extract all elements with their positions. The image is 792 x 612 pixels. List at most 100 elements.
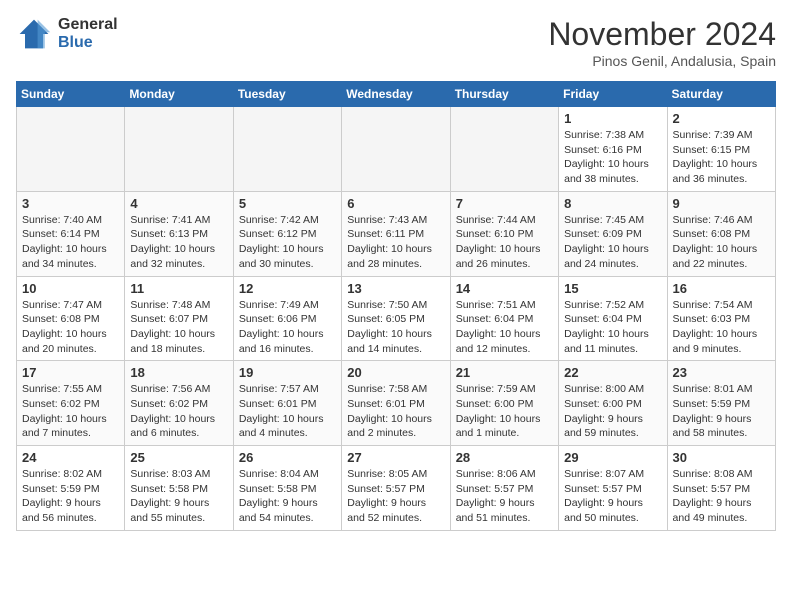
month-title: November 2024 bbox=[548, 16, 776, 53]
day-info: Sunrise: 8:04 AM Sunset: 5:58 PM Dayligh… bbox=[239, 467, 336, 526]
calendar-cell: 8 Sunrise: 7:45 AM Sunset: 6:09 PM Daylig… bbox=[559, 191, 667, 276]
calendar-cell: 14 Sunrise: 7:51 AM Sunset: 6:04 PM Dayli… bbox=[450, 276, 558, 361]
day-info: Sunrise: 7:42 AM Sunset: 6:12 PM Dayligh… bbox=[239, 213, 336, 272]
day-number: 30 bbox=[673, 450, 770, 465]
day-info: Sunrise: 7:59 AM Sunset: 6:00 PM Dayligh… bbox=[456, 382, 553, 441]
day-info: Sunrise: 8:02 AM Sunset: 5:59 PM Dayligh… bbox=[22, 467, 119, 526]
day-number: 17 bbox=[22, 365, 119, 380]
title-block: November 2024 Pinos Genil, Andalusia, Sp… bbox=[548, 16, 776, 69]
day-info: Sunrise: 7:38 AM Sunset: 6:16 PM Dayligh… bbox=[564, 128, 661, 187]
calendar-cell bbox=[342, 107, 450, 192]
day-info: Sunrise: 7:40 AM Sunset: 6:14 PM Dayligh… bbox=[22, 213, 119, 272]
day-info: Sunrise: 8:01 AM Sunset: 5:59 PM Dayligh… bbox=[673, 382, 770, 441]
day-number: 5 bbox=[239, 196, 336, 211]
day-info: Sunrise: 7:44 AM Sunset: 6:10 PM Dayligh… bbox=[456, 213, 553, 272]
calendar-cell bbox=[450, 107, 558, 192]
day-number: 21 bbox=[456, 365, 553, 380]
calendar-cell: 2 Sunrise: 7:39 AM Sunset: 6:15 PM Daylig… bbox=[667, 107, 775, 192]
calendar-cell: 29 Sunrise: 8:07 AM Sunset: 5:57 PM Dayli… bbox=[559, 446, 667, 531]
calendar-cell: 12 Sunrise: 7:49 AM Sunset: 6:06 PM Dayli… bbox=[233, 276, 341, 361]
day-number: 1 bbox=[564, 111, 661, 126]
day-number: 13 bbox=[347, 281, 444, 296]
day-number: 26 bbox=[239, 450, 336, 465]
location-subtitle: Pinos Genil, Andalusia, Spain bbox=[548, 53, 776, 69]
calendar-cell: 20 Sunrise: 7:58 AM Sunset: 6:01 PM Dayli… bbox=[342, 361, 450, 446]
calendar-cell: 23 Sunrise: 8:01 AM Sunset: 5:59 PM Dayli… bbox=[667, 361, 775, 446]
day-info: Sunrise: 7:54 AM Sunset: 6:03 PM Dayligh… bbox=[673, 298, 770, 357]
calendar-cell: 18 Sunrise: 7:56 AM Sunset: 6:02 PM Dayli… bbox=[125, 361, 233, 446]
day-info: Sunrise: 7:51 AM Sunset: 6:04 PM Dayligh… bbox=[456, 298, 553, 357]
day-number: 9 bbox=[673, 196, 770, 211]
day-info: Sunrise: 7:46 AM Sunset: 6:08 PM Dayligh… bbox=[673, 213, 770, 272]
day-number: 24 bbox=[22, 450, 119, 465]
weekday-header-wednesday: Wednesday bbox=[342, 82, 450, 107]
day-number: 23 bbox=[673, 365, 770, 380]
day-info: Sunrise: 8:05 AM Sunset: 5:57 PM Dayligh… bbox=[347, 467, 444, 526]
calendar-cell: 4Sunrise: 7:41 AM Sunset: 6:13 PM Daylig… bbox=[125, 191, 233, 276]
day-number: 3 bbox=[22, 196, 119, 211]
calendar-week-1: 1 Sunrise: 7:38 AM Sunset: 6:16 PM Daylig… bbox=[17, 107, 776, 192]
day-info: Sunrise: 7:56 AM Sunset: 6:02 PM Dayligh… bbox=[130, 382, 227, 441]
day-number: 8 bbox=[564, 196, 661, 211]
day-info: Sunrise: 8:08 AM Sunset: 5:57 PM Dayligh… bbox=[673, 467, 770, 526]
logo: General Blue bbox=[16, 16, 118, 52]
weekday-header-sunday: Sunday bbox=[17, 82, 125, 107]
calendar-cell: 11 Sunrise: 7:48 AM Sunset: 6:07 PM Dayli… bbox=[125, 276, 233, 361]
day-number: 16 bbox=[673, 281, 770, 296]
day-number: 19 bbox=[239, 365, 336, 380]
day-number: 29 bbox=[564, 450, 661, 465]
logo-icon bbox=[16, 16, 52, 52]
calendar-cell: 21 Sunrise: 7:59 AM Sunset: 6:00 PM Dayli… bbox=[450, 361, 558, 446]
logo-general: General bbox=[58, 16, 118, 34]
page-header: General Blue November 2024 Pinos Genil, … bbox=[16, 16, 776, 69]
day-number: 12 bbox=[239, 281, 336, 296]
day-number: 2 bbox=[673, 111, 770, 126]
calendar-table: SundayMondayTuesdayWednesdayThursdayFrid… bbox=[16, 81, 776, 531]
logo-text: General Blue bbox=[58, 16, 118, 51]
day-info: Sunrise: 7:57 AM Sunset: 6:01 PM Dayligh… bbox=[239, 382, 336, 441]
calendar-cell: 30 Sunrise: 8:08 AM Sunset: 5:57 PM Dayli… bbox=[667, 446, 775, 531]
day-number: 28 bbox=[456, 450, 553, 465]
calendar-week-2: 3 Sunrise: 7:40 AM Sunset: 6:14 PM Daylig… bbox=[17, 191, 776, 276]
day-info: Sunrise: 7:50 AM Sunset: 6:05 PM Dayligh… bbox=[347, 298, 444, 357]
weekday-header-friday: Friday bbox=[559, 82, 667, 107]
calendar-cell: 1 Sunrise: 7:38 AM Sunset: 6:16 PM Daylig… bbox=[559, 107, 667, 192]
calendar-cell: 6Sunrise: 7:43 AM Sunset: 6:11 PM Daylig… bbox=[342, 191, 450, 276]
day-number: 22 bbox=[564, 365, 661, 380]
day-number: 25 bbox=[130, 450, 227, 465]
day-info: Sunrise: 7:48 AM Sunset: 6:07 PM Dayligh… bbox=[130, 298, 227, 357]
calendar-cell: 7 Sunrise: 7:44 AM Sunset: 6:10 PM Daylig… bbox=[450, 191, 558, 276]
day-info: Sunrise: 7:39 AM Sunset: 6:15 PM Dayligh… bbox=[673, 128, 770, 187]
calendar-cell: 19 Sunrise: 7:57 AM Sunset: 6:01 PM Dayli… bbox=[233, 361, 341, 446]
day-number: 7 bbox=[456, 196, 553, 211]
calendar-cell: 15Sunrise: 7:52 AM Sunset: 6:04 PM Dayli… bbox=[559, 276, 667, 361]
calendar-cell: 28Sunrise: 8:06 AM Sunset: 5:57 PM Dayli… bbox=[450, 446, 558, 531]
day-info: Sunrise: 7:49 AM Sunset: 6:06 PM Dayligh… bbox=[239, 298, 336, 357]
day-info: Sunrise: 7:58 AM Sunset: 6:01 PM Dayligh… bbox=[347, 382, 444, 441]
day-number: 18 bbox=[130, 365, 227, 380]
calendar-cell: 17 Sunrise: 7:55 AM Sunset: 6:02 PM Dayli… bbox=[17, 361, 125, 446]
weekday-header-tuesday: Tuesday bbox=[233, 82, 341, 107]
day-info: Sunrise: 8:07 AM Sunset: 5:57 PM Dayligh… bbox=[564, 467, 661, 526]
day-number: 20 bbox=[347, 365, 444, 380]
day-number: 11 bbox=[130, 281, 227, 296]
calendar-cell: 22Sunrise: 8:00 AM Sunset: 6:00 PM Dayli… bbox=[559, 361, 667, 446]
day-info: Sunrise: 7:45 AM Sunset: 6:09 PM Dayligh… bbox=[564, 213, 661, 272]
calendar-cell: 9 Sunrise: 7:46 AM Sunset: 6:08 PM Daylig… bbox=[667, 191, 775, 276]
calendar-cell: 10Sunrise: 7:47 AM Sunset: 6:08 PM Dayli… bbox=[17, 276, 125, 361]
day-number: 14 bbox=[456, 281, 553, 296]
weekday-header-saturday: Saturday bbox=[667, 82, 775, 107]
calendar-week-5: 24 Sunrise: 8:02 AM Sunset: 5:59 PM Dayli… bbox=[17, 446, 776, 531]
calendar-week-4: 17 Sunrise: 7:55 AM Sunset: 6:02 PM Dayli… bbox=[17, 361, 776, 446]
calendar-cell bbox=[17, 107, 125, 192]
logo-blue: Blue bbox=[58, 34, 118, 52]
day-number: 4 bbox=[130, 196, 227, 211]
day-info: Sunrise: 7:55 AM Sunset: 6:02 PM Dayligh… bbox=[22, 382, 119, 441]
day-info: Sunrise: 7:47 AM Sunset: 6:08 PM Dayligh… bbox=[22, 298, 119, 357]
day-number: 6 bbox=[347, 196, 444, 211]
calendar-cell: 25Sunrise: 8:03 AM Sunset: 5:58 PM Dayli… bbox=[125, 446, 233, 531]
calendar-cell: 26 Sunrise: 8:04 AM Sunset: 5:58 PM Dayli… bbox=[233, 446, 341, 531]
calendar-week-3: 10Sunrise: 7:47 AM Sunset: 6:08 PM Dayli… bbox=[17, 276, 776, 361]
calendar-cell: 27Sunrise: 8:05 AM Sunset: 5:57 PM Dayli… bbox=[342, 446, 450, 531]
calendar-cell: 3 Sunrise: 7:40 AM Sunset: 6:14 PM Daylig… bbox=[17, 191, 125, 276]
